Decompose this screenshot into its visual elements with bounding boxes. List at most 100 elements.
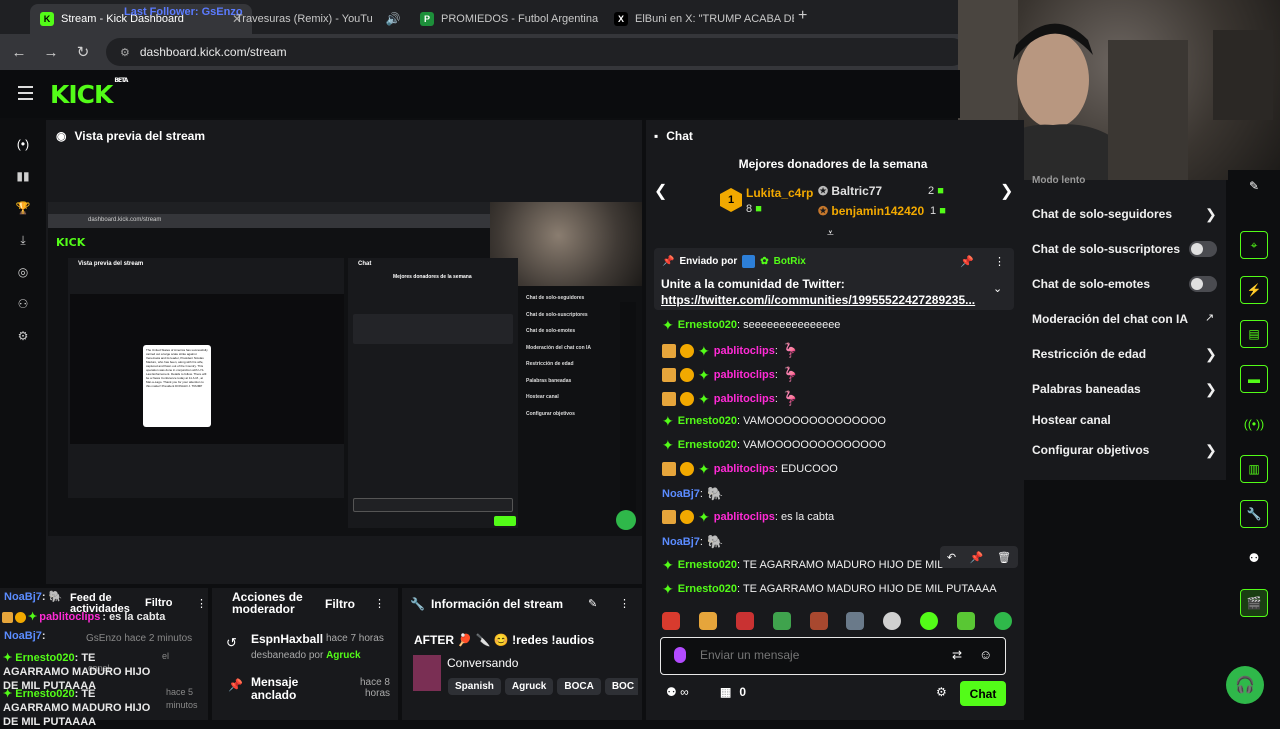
stream-preview-video[interactable]: dashboard.kick.com/stream KICK Vista pre…: [48, 202, 642, 536]
users-infinity-icon[interactable]: ⚉ ∞: [666, 685, 689, 699]
broadcast-icon[interactable]: ((•)): [1240, 410, 1268, 438]
chat-settings-icon[interactable]: ⚙: [936, 685, 947, 699]
emote-icon[interactable]: [736, 612, 754, 630]
emote-icon[interactable]: [846, 612, 864, 630]
chat-username[interactable]: pablitoclips: [714, 369, 775, 381]
url-field[interactable]: ⚙ dashboard.kick.com/stream: [106, 38, 966, 66]
stream-tag[interactable]: Spanish: [448, 678, 501, 695]
stream-icon[interactable]: (•): [13, 134, 33, 154]
message-icon[interactable]: ▬: [1240, 365, 1268, 393]
setting-emotes-only[interactable]: Chat de solo-emotes: [1032, 277, 1150, 291]
category-name[interactable]: Conversando: [447, 656, 518, 670]
chevron-right-icon[interactable]: ❯: [1205, 442, 1217, 459]
chat-message[interactable]: ✦pablitoclips:🦩: [662, 342, 799, 359]
tab-x[interactable]: X ElBuni en X: "TRUMP ACABA DE ✕: [604, 4, 794, 34]
chat-username[interactable]: NoaBj7: [662, 488, 700, 500]
reply-icon[interactable]: ↶: [947, 551, 956, 564]
stream-tag[interactable]: Agruck: [505, 678, 553, 695]
emote-icon[interactable]: [662, 612, 680, 630]
setting-ai-moderation[interactable]: Moderación del chat con IA: [1032, 312, 1188, 326]
setting-subscribers-only[interactable]: Chat de solo-suscriptores: [1032, 242, 1180, 256]
chat-message[interactable]: NoaBj7:🐘: [662, 534, 723, 550]
emote-icon[interactable]: [920, 612, 938, 630]
chevron-right-icon[interactable]: ❯: [1205, 206, 1217, 223]
trophy-icon[interactable]: 🏆: [13, 198, 33, 218]
chat-username[interactable]: Ernesto020: [678, 559, 737, 571]
emote-icon[interactable]: [810, 612, 828, 630]
menu-icon[interactable]: [18, 86, 33, 104]
emote-icon[interactable]: [773, 612, 791, 630]
kick-logo[interactable]: KICKBETA: [50, 80, 125, 109]
reload-icon[interactable]: ↻: [74, 43, 92, 61]
moderator-filter-button[interactable]: Filtro: [325, 597, 355, 611]
donor-third[interactable]: ✪ benjamin142420: [818, 204, 924, 218]
chat-username[interactable]: pablitoclips: [714, 345, 775, 357]
more-options-icon[interactable]: ⋮: [196, 597, 207, 610]
more-options-icon[interactable]: ⋮: [619, 597, 630, 610]
emote-icon[interactable]: [994, 612, 1012, 630]
setting-cut-top[interactable]: Modo lento: [1032, 175, 1085, 186]
emoji-icon[interactable]: ☺: [979, 647, 992, 662]
new-tab-button[interactable]: +: [798, 7, 807, 25]
chevron-down-icon[interactable]: ⌄: [993, 282, 1002, 295]
external-link-icon[interactable]: ↗: [1205, 311, 1214, 324]
pinned-link[interactable]: https://twitter.com/i/communities/199555…: [661, 293, 981, 307]
moderation-icon[interactable]: ◎: [13, 262, 33, 282]
edit-icon[interactable]: ✎: [588, 597, 597, 610]
chevron-right-icon[interactable]: ❯: [1000, 181, 1013, 201]
tab-promiedos[interactable]: P PROMIEDOS - Futbol Argentina ✕: [410, 4, 600, 34]
donor-first-name[interactable]: Lukita_c4rp: [746, 186, 813, 200]
pin-icon[interactable]: 📌: [970, 551, 984, 564]
chat-username[interactable]: Ernesto020: [678, 415, 737, 427]
more-options-icon[interactable]: ⋮: [374, 597, 385, 610]
emote-icon[interactable]: [957, 612, 975, 630]
support-headset-icon[interactable]: 🎧: [1226, 666, 1264, 704]
clapper-icon[interactable]: 🎬: [1240, 589, 1268, 617]
chat-message[interactable]: ✦pablitoclips: es la cabta: [662, 510, 834, 524]
back-icon[interactable]: ←: [10, 44, 28, 61]
chat-message-input[interactable]: [700, 645, 930, 665]
more-options-icon[interactable]: ⋮: [994, 255, 1005, 268]
setting-host-channel[interactable]: Hostear canal: [1032, 413, 1111, 427]
points-display[interactable]: ▦ 0: [720, 685, 746, 699]
tab-youtube[interactable]: Travesuras (Remix) - YouTu 🔊 ✕: [226, 4, 408, 34]
document-icon[interactable]: ▤: [1240, 320, 1268, 348]
setting-banned-words[interactable]: Palabras baneadas: [1032, 382, 1141, 396]
forward-icon[interactable]: →: [42, 44, 60, 61]
chat-message[interactable]: ✦pablitoclips: EDUCOOO: [662, 462, 838, 476]
emotes-only-toggle[interactable]: [1189, 276, 1217, 292]
chevron-right-icon[interactable]: ❯: [1205, 346, 1217, 363]
chat-username[interactable]: pablitoclips: [714, 463, 775, 475]
wrench-icon[interactable]: 🔧: [1240, 500, 1268, 528]
collapse-icon[interactable]: ⩡: [827, 226, 834, 241]
lightning-icon[interactable]: ⚡: [1240, 276, 1268, 304]
download-icon[interactable]: ⤓: [13, 230, 33, 250]
send-chat-button[interactable]: Chat: [960, 681, 1006, 706]
analytics-icon[interactable]: ▮▮: [13, 166, 33, 186]
chat-message[interactable]: ✦pablitoclips:🦩: [662, 390, 799, 407]
chat-message[interactable]: ✦Ernesto020: TE AGARRAMO MADURO HIJO DE …: [662, 558, 953, 572]
donor-second[interactable]: ✪ Baltric77: [818, 184, 882, 198]
community-icon[interactable]: ⚇: [13, 294, 33, 314]
translate-icon[interactable]: ⇄: [952, 648, 962, 662]
mod-entry-by[interactable]: Agruck: [326, 650, 360, 661]
emote-icon[interactable]: [883, 612, 901, 630]
unpin-icon[interactable]: 📌: [960, 255, 974, 268]
chat-message[interactable]: ✦Ernesto020: seeeeeeeeeeeeeee: [662, 318, 840, 332]
chat-message[interactable]: ✦Ernesto020: VAMOOOOOOOOOOOOOO: [662, 414, 886, 428]
share-icon[interactable]: ⚉: [1240, 544, 1268, 572]
chat-username[interactable]: pablitoclips: [714, 511, 775, 523]
target-icon[interactable]: ⌖: [1240, 231, 1268, 259]
stream-tag[interactable]: BOCA: [557, 678, 600, 695]
delete-icon[interactable]: 🗑: [997, 551, 1011, 564]
chat-message[interactable]: ✦Ernesto020: VAMOOOOOOOOOOOOOO: [662, 438, 886, 452]
setting-goals[interactable]: Configurar objetivos: [1032, 443, 1149, 457]
layout-icon[interactable]: ▥: [1240, 455, 1268, 483]
setting-followers-only[interactable]: Chat de solo-seguidores: [1032, 207, 1172, 221]
edit-icon[interactable]: ✎: [1240, 172, 1268, 200]
activity-filter-button[interactable]: Filtro: [145, 597, 173, 609]
chat-username[interactable]: Ernesto020: [678, 319, 737, 331]
setting-age-restriction[interactable]: Restricción de edad: [1032, 347, 1146, 361]
chat-username[interactable]: Ernesto020: [678, 583, 737, 595]
chevron-left-icon[interactable]: ❮: [654, 181, 667, 201]
